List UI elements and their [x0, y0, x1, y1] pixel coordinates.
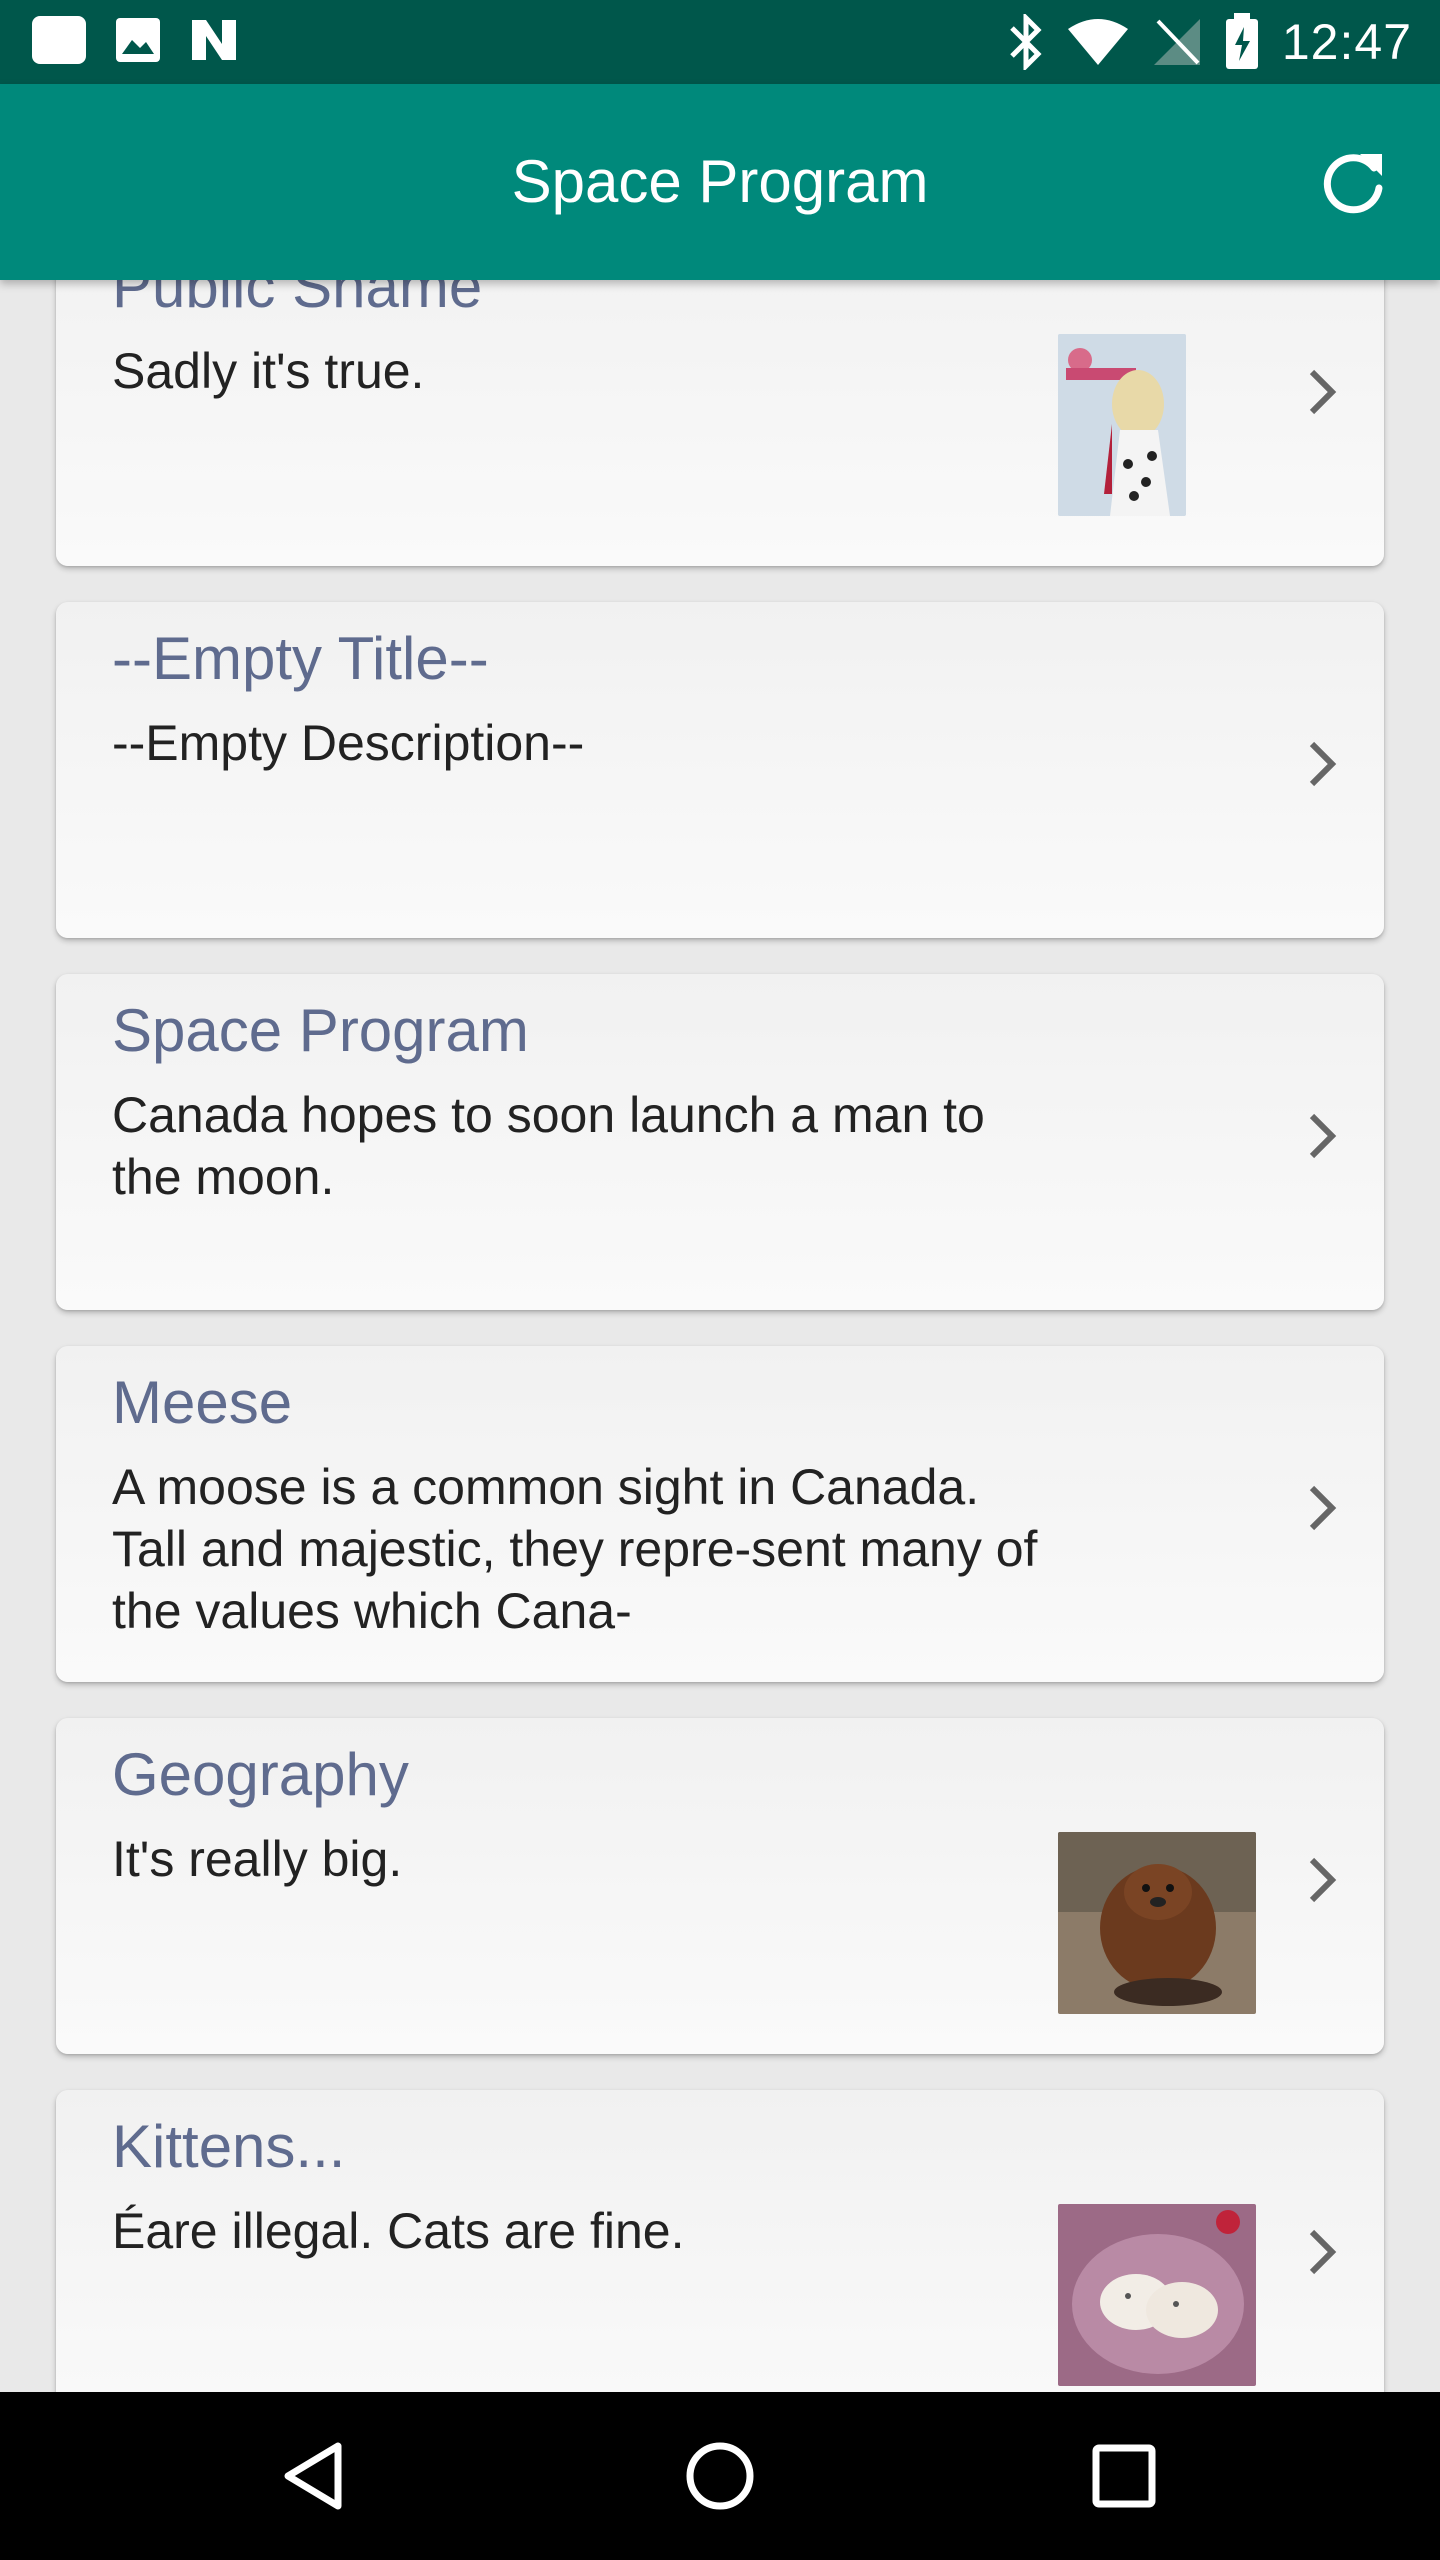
bluetooth-icon — [1010, 14, 1042, 70]
refresh-icon[interactable] — [1316, 146, 1390, 220]
chevron-right-icon — [1309, 2229, 1337, 2275]
notification-icon — [32, 16, 86, 64]
list-card-space-program[interactable]: Space Program Canada hopes to soon launc… — [56, 974, 1384, 1310]
home-icon[interactable] — [680, 2436, 760, 2516]
clock: 12:47 — [1281, 14, 1412, 70]
card-description: A moose is a common sight in Canada. Tal… — [112, 1459, 1038, 1639]
page-title: Space Program — [511, 148, 929, 215]
beaver-thumbnail — [1058, 1832, 1256, 2014]
chevron-right-icon — [1309, 1857, 1337, 1903]
list-card-public-shame[interactable]: Public Shame Sadly it's true. — [56, 280, 1384, 566]
app-bar: Space Program — [0, 84, 1440, 280]
card-description: Canada hopes to soon launch a man to the… — [112, 1087, 985, 1205]
card-description: Sadly it's true. — [112, 343, 425, 399]
card-description: Éare illegal. Cats are fine. — [112, 2203, 685, 2259]
list-card-kittens[interactable]: Kittens... Éare illegal. Cats are fine. — [56, 2090, 1384, 2392]
card-title: Kittens... — [112, 2113, 346, 2180]
chevron-right-icon — [1309, 369, 1337, 415]
card-title: Public Shame — [112, 280, 483, 320]
card-title: Space Program — [112, 997, 529, 1064]
list-card-geography[interactable]: Geography It's really big. — [56, 1718, 1384, 2054]
battery-icon — [1225, 13, 1258, 69]
navigation-bar — [0, 2392, 1440, 2560]
chevron-right-icon — [1309, 741, 1337, 787]
card-list[interactable]: Public Shame Sadly it's true. --Empty Ti… — [0, 280, 1440, 2392]
card-description: It's really big. — [112, 1831, 403, 1887]
gallery-icon — [116, 18, 160, 62]
card-title: Geography — [112, 1741, 409, 1808]
album-cover-thumbnail — [1058, 334, 1186, 516]
kittens-thumbnail — [1058, 2204, 1256, 2386]
card-description: --Empty Description-- — [112, 715, 585, 771]
card-title: Meese — [112, 1369, 293, 1436]
chevron-right-icon — [1309, 1113, 1337, 1159]
n-icon — [192, 20, 236, 60]
list-card-meese[interactable]: Meese A moose is a common sight in Canad… — [56, 1346, 1384, 1682]
wifi-icon — [1067, 19, 1128, 65]
back-icon[interactable] — [276, 2436, 356, 2516]
recents-icon[interactable] — [1084, 2436, 1164, 2516]
card-title: --Empty Title-- — [112, 625, 489, 692]
status-bar: 12:47 — [0, 0, 1440, 84]
chevron-right-icon — [1309, 1485, 1337, 1531]
no-sim-icon — [1153, 19, 1200, 65]
list-card-empty[interactable]: --Empty Title-- --Empty Description-- — [56, 602, 1384, 938]
